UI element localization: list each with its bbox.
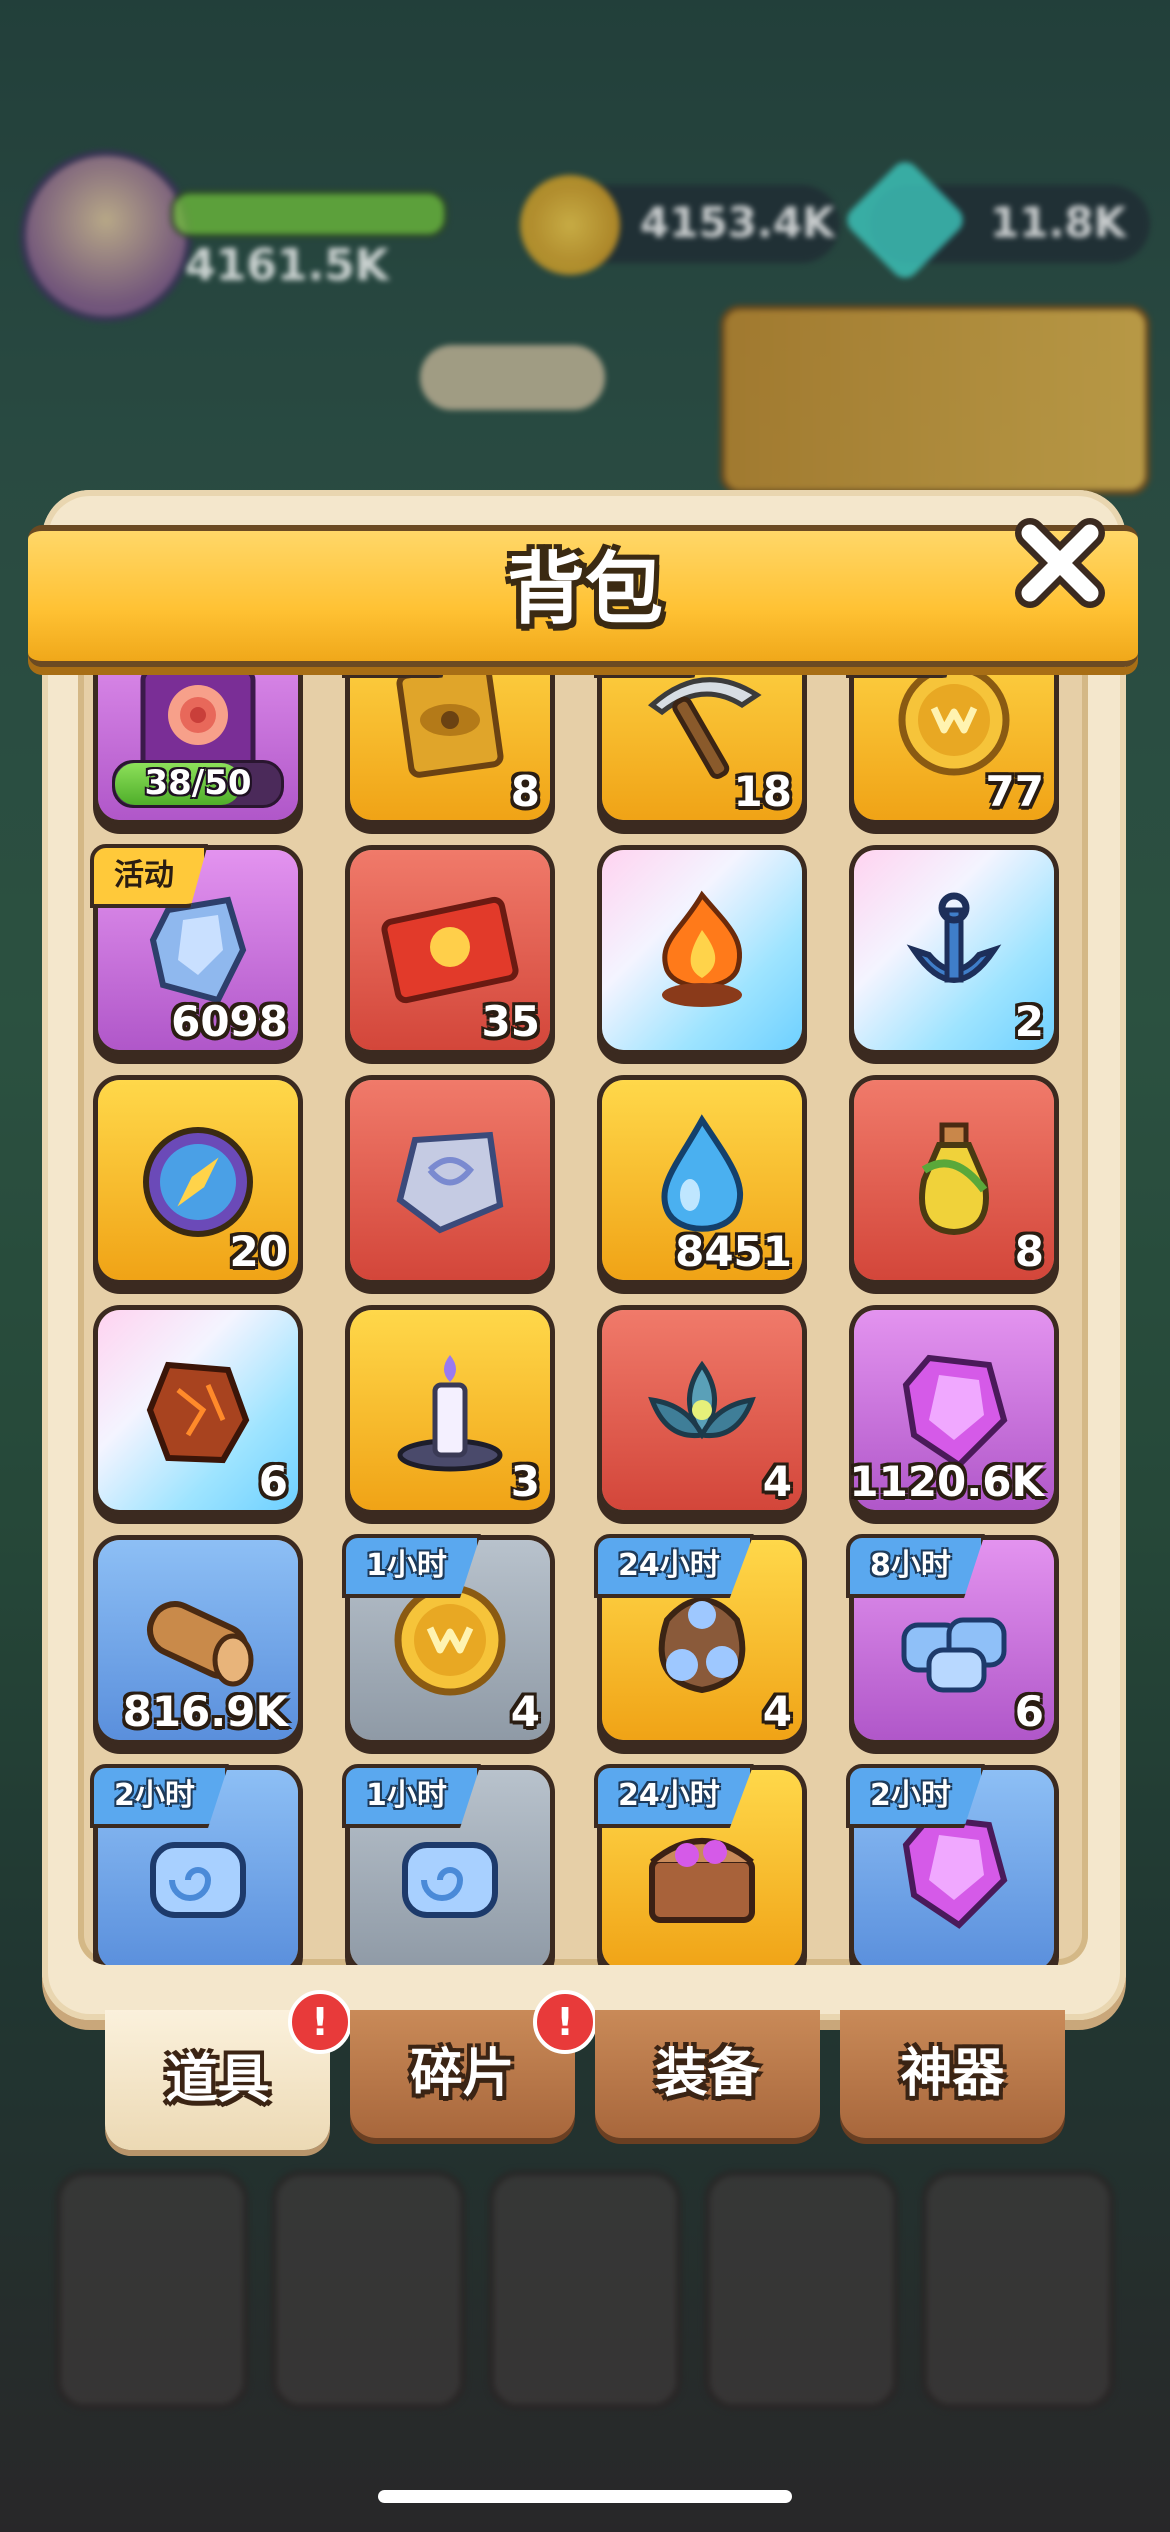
grid-item[interactable]: 1小时 (342, 1764, 550, 1965)
coin-value: 4153.4K (640, 198, 835, 247)
item-count: 4 (762, 1687, 792, 1736)
tab-items[interactable]: 道具! (105, 1990, 352, 2150)
item-grid-container[interactable]: 38/50活动8活动18活动77活动609835220845186341120.… (78, 590, 1088, 1965)
grid-item[interactable]: 24小时 (594, 1764, 802, 1965)
grid-item[interactable]: 20 (98, 1080, 298, 1280)
item-count: 816.9K (122, 1687, 288, 1736)
close-icon (1015, 518, 1105, 608)
item-count: 18 (733, 767, 792, 816)
fire-bowl-icon (602, 850, 802, 1050)
player-avatar (20, 150, 192, 322)
alert-badge-icon: ! (533, 1990, 597, 2054)
item-count: 35 (481, 997, 540, 1046)
item-tag: 24小时 (594, 1764, 754, 1828)
progress-text: 38/50 (144, 763, 252, 803)
item-count: 4 (762, 1457, 792, 1506)
gem-value: 11.8K (990, 198, 1127, 247)
tab-fragments[interactable]: 碎片! (350, 1990, 597, 2138)
item-tag: 24小时 (594, 1534, 754, 1598)
bottom-nav-slot (271, 2170, 466, 2410)
title-bar (28, 525, 1138, 667)
close-button[interactable] (1005, 508, 1115, 618)
item-count: 2 (1014, 997, 1044, 1046)
grid-item[interactable]: 6 (98, 1310, 298, 1510)
coin-icon (520, 175, 620, 275)
bottom-nav-slot (920, 2170, 1116, 2410)
grid-item[interactable]: 1小时 4 (342, 1534, 550, 1740)
item-count: 20 (229, 1227, 288, 1276)
grid-item[interactable]: 2小时 (90, 1764, 298, 1965)
bottom-nav (55, 2170, 1116, 2410)
grid-item[interactable]: 8 (854, 1080, 1054, 1280)
item-count: 4 (510, 1687, 540, 1736)
item-tag: 1小时 (342, 1764, 481, 1828)
item-tag: 2小时 (90, 1764, 229, 1828)
grid-item[interactable]: 8小时 6 (846, 1534, 1054, 1740)
item-count: 77 (985, 767, 1044, 816)
bottom-nav-slot (704, 2170, 899, 2410)
power-value: 4161.5K (185, 240, 389, 291)
bottom-nav-slot (487, 2170, 683, 2410)
tab-bar: 道具! 碎片! 装备 神器 (105, 1990, 1065, 2150)
bottom-nav-slot (55, 2170, 250, 2410)
grid-item[interactable]: 816.9K (98, 1540, 298, 1740)
item-count: 6 (258, 1457, 288, 1506)
tab-artifacts[interactable]: 神器 (840, 2010, 1065, 2138)
item-tag: 活动 (90, 844, 208, 908)
grid-item[interactable] (350, 1080, 550, 1280)
grid-item[interactable]: 2 (854, 850, 1054, 1050)
tab-label: 装备 (655, 2044, 760, 2104)
item-count: 6 (1014, 1687, 1044, 1736)
hp-bar (170, 190, 448, 238)
tab-label: 碎片 (410, 2044, 515, 2104)
tab-label: 神器 (900, 2044, 1005, 2104)
grid-item[interactable]: 3 (350, 1310, 550, 1510)
home-indicator (378, 2490, 792, 2503)
grid-item[interactable]: 35 (350, 850, 550, 1050)
tab-equipment[interactable]: 装备 (595, 2010, 820, 2138)
backpack-panel: 38/50活动8活动18活动77活动609835220845186341120.… (42, 490, 1126, 2020)
alert-badge-icon: ! (288, 1990, 352, 2054)
item-count: 8 (1014, 1227, 1044, 1276)
grid-item[interactable]: 4 (602, 1310, 802, 1510)
tab-label: 道具 (165, 2050, 270, 2110)
rune-stone-icon (350, 1080, 550, 1280)
hud-pill (420, 345, 605, 410)
item-count: 8 (510, 767, 540, 816)
item-count: 1120.6K (849, 1457, 1044, 1506)
event-banner (720, 305, 1150, 495)
item-count: 6098 (171, 997, 288, 1046)
grid-item[interactable]: 8451 (602, 1080, 802, 1280)
item-count: 3 (510, 1457, 540, 1506)
item-tag: 1小时 (342, 1534, 481, 1598)
item-count: 8451 (675, 1227, 792, 1276)
item-tag: 2小时 (846, 1764, 985, 1828)
item-tag: 8小时 (846, 1534, 985, 1598)
grid-item[interactable]: 24小时 4 (594, 1534, 802, 1740)
collection-progress-bar: 38/50 (112, 760, 284, 808)
grid-item[interactable]: 活动 6098 (90, 844, 298, 1050)
grid-item[interactable]: 1120.6K (849, 1310, 1054, 1510)
grid-item[interactable] (602, 850, 802, 1050)
grid-item[interactable]: 2小时 (846, 1764, 1054, 1965)
